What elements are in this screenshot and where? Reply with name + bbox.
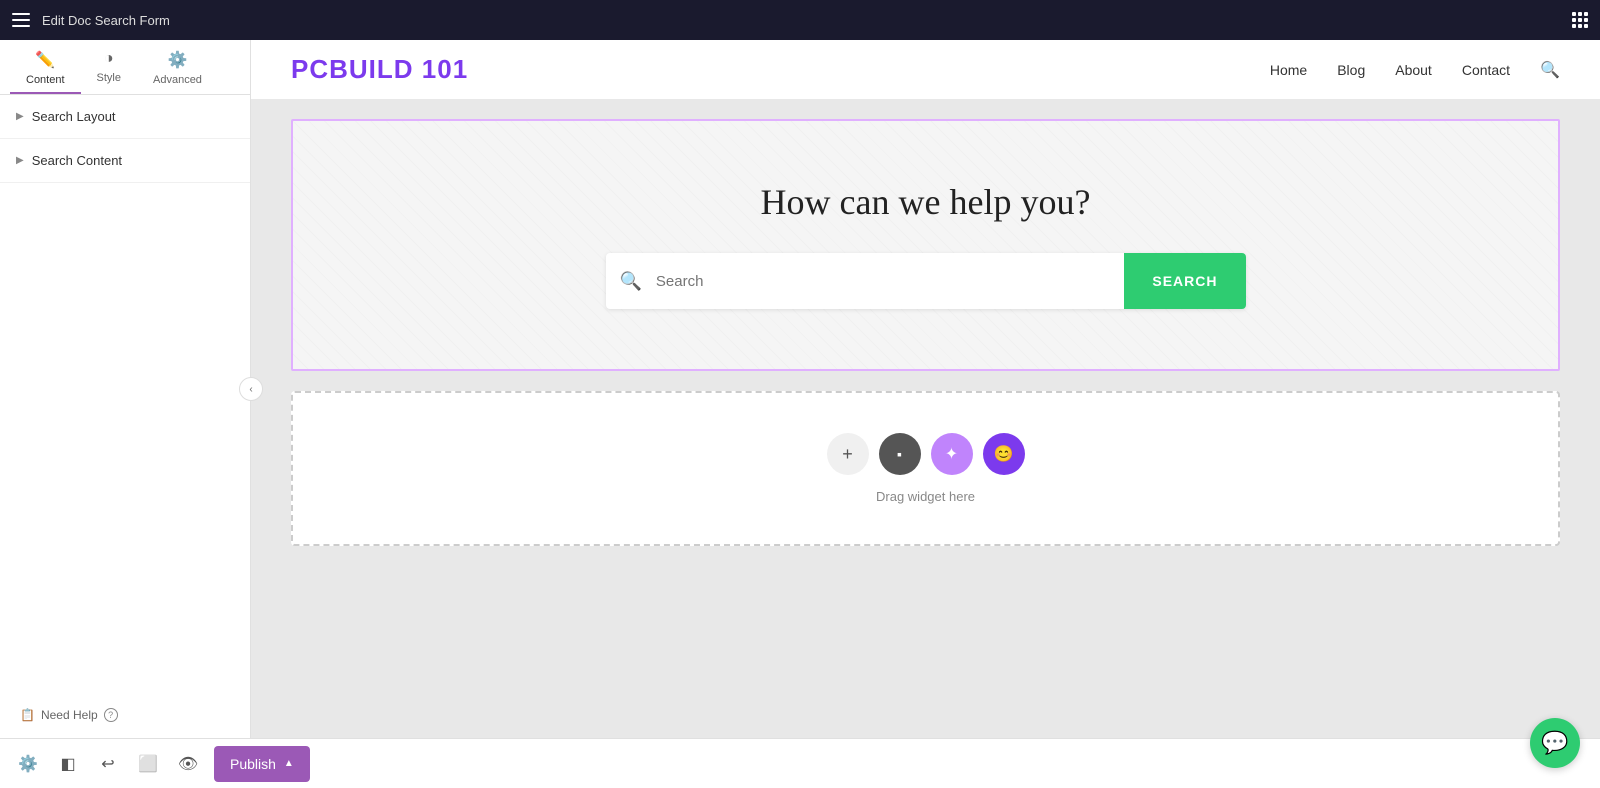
layers-button[interactable]: ◧ (50, 746, 86, 782)
sparkle-widget-button[interactable]: ✦ (931, 433, 973, 475)
nav-about[interactable]: About (1395, 62, 1432, 78)
folder-widget-button[interactable]: ▪ (879, 433, 921, 475)
top-bar-logo (12, 13, 30, 27)
main-layout: ✏️ Content ◑ Style ⚙️ Advanced ▶ Search … (0, 40, 1600, 738)
search-button[interactable]: SEARCH (1124, 253, 1245, 309)
top-bar-title: Edit Doc Search Form (42, 13, 1560, 28)
style-icon: ◑ (104, 50, 114, 68)
hero-section: How can we help you? 🔍 SEARCH (291, 119, 1560, 371)
nav-search-icon[interactable]: 🔍 (1540, 60, 1560, 80)
tab-style[interactable]: ◑ Style (81, 40, 137, 94)
gear-icon: ⚙️ (168, 50, 188, 70)
sidebar-tabs: ✏️ Content ◑ Style ⚙️ Advanced (0, 40, 250, 95)
hamburger-icon[interactable] (12, 13, 30, 27)
search-input[interactable] (656, 257, 1124, 306)
widget-dropzone: + ▪ ✦ 😊 Drag widget here (291, 391, 1560, 546)
sidebar-wrapper: ✏️ Content ◑ Style ⚙️ Advanced ▶ Search … (0, 40, 251, 738)
tab-advanced-label: Advanced (153, 74, 202, 86)
grid-icon[interactable] (1572, 12, 1588, 28)
save-button[interactable]: ⬜ (130, 746, 166, 782)
search-content-label: Search Content (32, 153, 122, 168)
nav-home[interactable]: Home (1270, 62, 1307, 78)
nav-blog[interactable]: Blog (1337, 62, 1365, 78)
help-label: Need Help (41, 708, 98, 722)
need-help[interactable]: 📋 Need Help ? (0, 692, 250, 738)
add-widget-button[interactable]: + (827, 433, 869, 475)
history-button[interactable]: ↩ (90, 746, 126, 782)
search-content-header[interactable]: ▶ Search Content (16, 153, 234, 168)
canvas-area: PCBUILD 101 Home Blog About Contact 🔍 Ho… (251, 40, 1600, 738)
search-content-section[interactable]: ▶ Search Content (0, 139, 250, 183)
chat-bubble-button[interactable]: 💬 (1530, 718, 1580, 768)
chevron-right-icon: ▶ (16, 111, 24, 122)
hero-title: How can we help you? (333, 181, 1518, 223)
nav-contact[interactable]: Contact (1462, 62, 1510, 78)
sidebar: ✏️ Content ◑ Style ⚙️ Advanced ▶ Search … (0, 40, 251, 738)
drag-text: Drag widget here (876, 489, 975, 504)
collapse-sidebar-button[interactable]: ‹ (239, 377, 263, 401)
pencil-icon: ✏️ (35, 50, 55, 70)
help-book-icon: 📋 (20, 708, 35, 722)
emoji-widget-button[interactable]: 😊 (983, 433, 1025, 475)
chat-icon: 💬 (1541, 730, 1568, 756)
tab-content[interactable]: ✏️ Content (10, 40, 81, 94)
content-wrapper: How can we help you? 🔍 SEARCH + ▪ ✦ 😊 Dr… (251, 99, 1600, 566)
bottom-bar: ⚙️ ◧ ↩ ⬜ 👁 Publish ▲ (0, 738, 1600, 788)
site-nav: Home Blog About Contact 🔍 (1270, 60, 1560, 80)
publish-label: Publish (230, 756, 276, 772)
publish-button[interactable]: Publish ▲ (214, 746, 310, 782)
tab-advanced[interactable]: ⚙️ Advanced (137, 40, 218, 94)
tab-style-label: Style (97, 72, 121, 84)
tab-content-label: Content (26, 74, 65, 86)
chevron-right-icon-2: ▶ (16, 155, 24, 166)
top-bar: Edit Doc Search Form (0, 0, 1600, 40)
search-layout-section[interactable]: ▶ Search Layout (0, 95, 250, 139)
preview-button[interactable]: 👁 (170, 746, 206, 782)
search-box: 🔍 SEARCH (606, 253, 1246, 309)
site-logo: PCBUILD 101 (291, 54, 468, 85)
settings-button[interactable]: ⚙️ (10, 746, 46, 782)
search-layout-header[interactable]: ▶ Search Layout (16, 109, 234, 124)
question-icon: ? (104, 708, 118, 722)
widget-buttons: + ▪ ✦ 😊 (827, 433, 1025, 475)
search-layout-label: Search Layout (32, 109, 116, 124)
search-icon: 🔍 (606, 271, 656, 292)
website-header: PCBUILD 101 Home Blog About Contact 🔍 (251, 40, 1600, 99)
publish-chevron-icon: ▲ (284, 758, 294, 769)
